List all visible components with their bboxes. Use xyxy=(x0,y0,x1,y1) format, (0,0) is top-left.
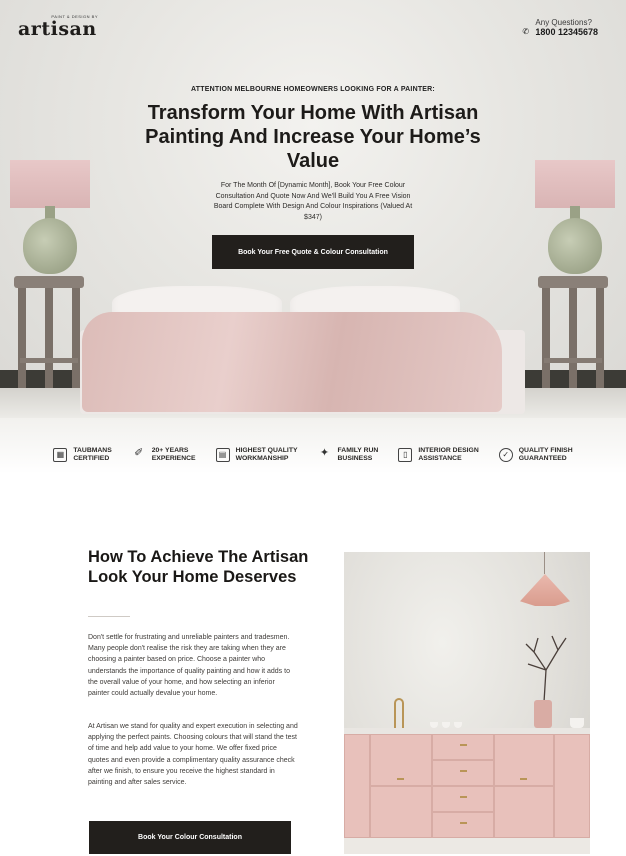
tap xyxy=(394,698,404,728)
pink-cabinets xyxy=(344,734,590,838)
book-colour-consultation-button[interactable]: Book Your Colour Consultation xyxy=(89,821,291,854)
brand-logo[interactable]: PAINT & DESIGN BY artisan xyxy=(18,14,98,39)
hero-subcopy: For The Month Of [Dynamic Month], Book Y… xyxy=(213,182,413,221)
contact-phone[interactable]: 1800 12345678 xyxy=(535,27,598,37)
cabinet-door xyxy=(370,786,432,838)
badge-icon: ✓ xyxy=(498,448,513,462)
cabinet-drawer xyxy=(432,734,494,760)
right-stool-rung xyxy=(544,358,602,363)
hero-section: PAINT & DESIGN BY artisan Any Questions?… xyxy=(0,0,626,418)
pendant-cord xyxy=(544,552,545,574)
body-paragraph-2: At Artisan we stand for quality and expe… xyxy=(88,723,298,787)
feature-item: ▯ INTERIOR DESIGN ASSISTANCE xyxy=(398,436,479,474)
hero-headline: Transform Your Home With Artisan Paintin… xyxy=(145,102,481,172)
features-strip: ▦ TAUBMANS CERTIFIED ✐ 20+ YEARS EXPERIE… xyxy=(0,418,626,474)
feature-label: 20+ YEARS EXPERIENCE xyxy=(151,447,196,462)
design-icon: ▯ xyxy=(398,448,413,462)
feature-item: ✦ FAMILY RUN BUSINESS xyxy=(318,436,379,474)
cabinet-handle xyxy=(460,770,467,772)
feature-item: ▤ HIGHEST QUALITY WORKMANSHIP xyxy=(215,436,298,474)
right-stool-top xyxy=(538,276,608,288)
cabinet-handle xyxy=(460,744,467,746)
right-stool-leg xyxy=(569,288,577,388)
cabinet-door xyxy=(554,734,590,838)
right-stool-leg xyxy=(542,288,550,388)
cabinet-drawer xyxy=(432,786,494,812)
cabinet-handle xyxy=(520,778,527,780)
cabinet-handle xyxy=(397,778,404,780)
feature-label: QUALITY FINISH GUARANTEED xyxy=(518,447,573,462)
feature-label: HIGHEST QUALITY WORKMANSHIP xyxy=(235,447,298,462)
feature-label: INTERIOR DESIGN ASSISTANCE xyxy=(418,447,479,462)
right-stool-leg xyxy=(596,288,604,388)
cabinet-handle xyxy=(460,822,467,824)
feature-item: ✓ QUALITY FINISH GUARANTEED xyxy=(498,436,573,474)
vase xyxy=(534,700,552,728)
contact-phone-row[interactable]: ✆ 1800 12345678 xyxy=(522,27,598,37)
contact-label: Any Questions? xyxy=(535,18,592,27)
paintbrush-icon: ✐ xyxy=(134,447,144,459)
section-heading: How To Achieve The Artisan Look Your Hom… xyxy=(88,548,309,586)
heading-divider xyxy=(88,616,130,617)
hero-eyebrow: ATTENTION MELBOURNE HOMEOWNERS LOOKING F… xyxy=(191,86,435,93)
feature-item: ✐ 20+ YEARS EXPERIENCE xyxy=(132,436,196,474)
header-contact: Any Questions? ✆ 1800 12345678 xyxy=(522,18,598,37)
certificate-icon: ▦ xyxy=(53,448,68,462)
feature-item: ▦ TAUBMANS CERTIFIED xyxy=(53,436,112,474)
family-icon: ✦ xyxy=(319,447,330,459)
feature-label: FAMILY RUN BUSINESS xyxy=(337,447,379,462)
cabinet-door xyxy=(344,734,370,838)
left-stool-leg xyxy=(72,288,80,388)
pink-bed-throw xyxy=(82,312,502,412)
left-stool-leg xyxy=(18,288,26,388)
phone-icon: ✆ xyxy=(522,27,530,36)
cabinet-drawer xyxy=(432,812,494,838)
branch-decoration xyxy=(525,635,567,702)
left-stool-rung xyxy=(20,358,78,363)
paint-roller-icon: ▤ xyxy=(215,448,230,462)
kitchen-floor xyxy=(344,838,590,854)
cabinet-drawer xyxy=(432,760,494,786)
feature-label: TAUBMANS CERTIFIED xyxy=(73,447,112,462)
left-stool-leg xyxy=(45,288,53,388)
kitchen-image xyxy=(344,552,590,854)
pendant-lamp xyxy=(520,574,570,606)
book-free-quote-button[interactable]: Book Your Free Quote & Colour Consultati… xyxy=(212,235,414,269)
left-stool-top xyxy=(14,276,84,288)
body-paragraph-1: Don't settle for frustrating and unrelia… xyxy=(88,634,290,698)
hero-content: ATTENTION MELBOURNE HOMEOWNERS LOOKING F… xyxy=(0,86,626,269)
brand-name: artisan xyxy=(18,18,97,40)
cabinet-door xyxy=(494,786,554,838)
cabinet-handle xyxy=(460,796,467,798)
bowl xyxy=(570,718,584,728)
